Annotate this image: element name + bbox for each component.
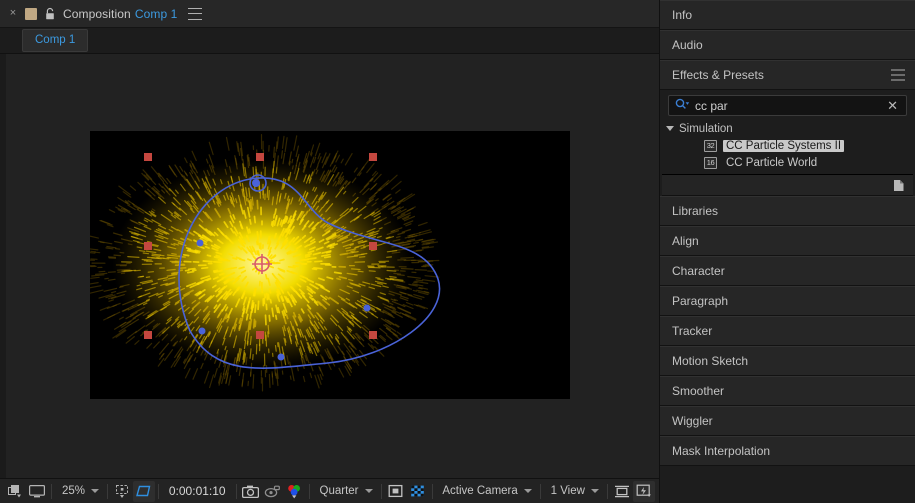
effect-item-cc-particle-systems-ii[interactable]: 32 CC Particle Systems II [660,137,915,154]
panel-motion-sketch[interactable]: Motion Sketch [660,346,915,376]
composition-canvas[interactable] [90,131,570,399]
panel-tracker[interactable]: Tracker [660,316,915,346]
lock-icon[interactable] [44,7,56,21]
panel-title-motion-sketch: Motion Sketch [672,354,749,368]
effect-group-simulation[interactable]: Simulation [660,120,915,137]
snapshot-camera-icon[interactable] [239,481,261,502]
resolution-select[interactable]: Quarter [313,481,378,501]
panel-effects-presets[interactable]: Effects & Presets [660,60,915,90]
panel-title-info: Info [672,8,693,22]
region-of-interest-icon[interactable] [111,481,133,502]
panel-info[interactable]: Info [660,0,915,30]
panel-align[interactable]: Align [660,226,915,256]
effect-item-label: CC Particle World [726,156,818,169]
fast-previews-icon[interactable] [632,480,655,502]
effect-item-label: CC Particle Systems II [723,139,845,152]
panel-paragraph[interactable]: Paragraph [660,286,915,316]
panel-title-align: Align [672,234,699,248]
view-layout-select[interactable]: 1 View [544,481,604,501]
search-row: cc par ✕ [660,90,915,120]
chevron-down-icon [523,489,532,493]
composition-name: Comp 1 [134,6,178,21]
viewer-toolbar: 25% 0:00:01:10 Quarter Active Camera 1 V… [0,478,659,503]
new-animation-preset-icon[interactable] [892,179,905,192]
camera-view-select[interactable]: Active Camera [435,481,536,501]
panel-title-character: Character [672,264,725,278]
chevron-down-icon [590,489,599,493]
comp-boundary-icon[interactable] [132,480,156,502]
show-snapshot-icon[interactable] [262,481,284,502]
panel-mask-interpolation[interactable]: Mask Interpolation [660,436,915,466]
always-preview-icon[interactable] [4,481,26,502]
panel-title-wiggler: Wiggler [672,414,713,428]
composition-color-swatch [25,7,37,20]
panel-title-paragraph: Paragraph [672,294,729,308]
panel-wiggler[interactable]: Wiggler [660,406,915,436]
chevron-down-icon [364,489,373,493]
panel-title-smoother: Smoother [672,384,725,398]
tab-comp-1[interactable]: Comp 1 [22,29,89,52]
panel-audio[interactable]: Audio [660,30,915,60]
view-layout-value: 1 View [550,485,585,497]
zoom-level-select[interactable]: 25% [55,481,104,501]
current-time-display[interactable]: 0:00:01:10 [162,484,233,498]
effects-presets-body: cc par ✕ Simulation 32 CC Particle Syste… [660,90,915,196]
composition-panel-header: × Composition Comp 1 [0,0,659,28]
camera-view-value: Active Camera [442,485,518,497]
panel-libraries[interactable]: Libraries [660,196,915,226]
effect-group-label: Simulation [679,122,733,135]
bit-depth-badge: 16 [704,156,717,169]
clear-search-icon[interactable]: ✕ [887,99,900,112]
panel-title-mask-interpolation: Mask Interpolation [672,444,771,458]
search-input-value[interactable]: cc par [695,99,882,113]
bit-depth-badge: 32 [704,139,717,152]
toggle-transparency-grid-icon[interactable] [406,481,428,502]
monitor-icon[interactable] [26,481,48,502]
composition-label: Composition [63,6,131,21]
panel-stack-filler [660,466,915,503]
panel-smoother[interactable]: Smoother [660,376,915,406]
rgb-channel-icon[interactable] [284,481,306,502]
composition-panel: × Composition Comp 1 Comp 1 25% 0:00:01:… [0,0,660,503]
panel-title-tracker: Tracker [672,324,713,338]
composition-tab-strip: Comp 1 [0,28,659,54]
page-title: Composition Comp 1 [63,7,177,21]
particle-render [90,133,441,392]
after-effects-window: × Composition Comp 1 Comp 1 25% 0:00:01:… [0,0,915,503]
panel-title-audio: Audio [672,38,703,52]
search-input[interactable]: cc par ✕ [668,95,907,116]
composition-viewer[interactable] [0,54,659,478]
panel-character[interactable]: Character [660,256,915,286]
resolution-value: Quarter [319,485,359,497]
right-panel-stack: Info Audio Effects & Presets cc par ✕ Si… [660,0,915,503]
chevron-down-icon [666,126,674,131]
close-icon[interactable]: × [8,8,18,19]
pixel-aspect-ratio-icon[interactable] [611,481,633,502]
effect-item-cc-particle-world[interactable]: 16 CC Particle World [660,154,915,171]
chevron-down-icon [91,489,100,493]
search-icon [675,97,690,115]
zoom-level-value: 25% [62,485,86,497]
panel-title-effects-presets: Effects & Presets [672,68,764,82]
mask-visibility-icon[interactable] [384,481,406,502]
panel-menu-icon[interactable] [891,69,905,81]
effects-presets-footer [662,174,913,196]
panel-title-libraries: Libraries [672,204,719,218]
hamburger-menu-icon[interactable] [188,7,203,20]
